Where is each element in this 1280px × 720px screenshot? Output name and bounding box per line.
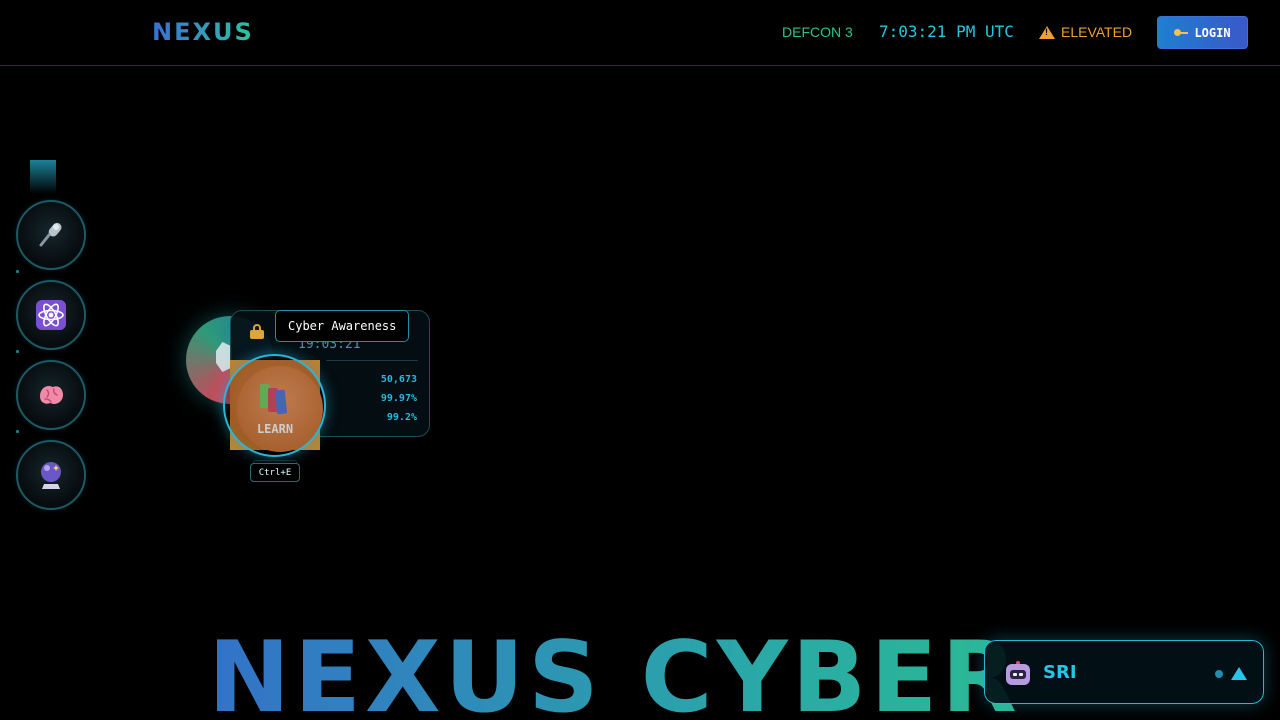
brain-dock-button[interactable] [16, 360, 86, 430]
voice-dock-button[interactable] [16, 200, 86, 270]
warning-icon [1039, 25, 1055, 39]
quantum-dock-button[interactable] [16, 280, 86, 350]
login-button[interactable]: LOGIN [1157, 16, 1248, 49]
robot-icon [1005, 661, 1031, 687]
dock-glow-marker [30, 160, 56, 194]
utc-clock: 7:03:21 PM UTC [879, 22, 1014, 41]
dock-indicator [16, 430, 19, 433]
defcon-status: DEFCON 3 [782, 24, 853, 40]
assistant-panel-toggle[interactable]: SRI [984, 640, 1264, 704]
microphone-icon [39, 222, 62, 247]
tooltip-cyber-awareness: Cyber Awareness [275, 310, 410, 342]
threat-level-label: ELEVATED [1061, 24, 1133, 40]
dock-indicator [16, 350, 19, 353]
chevron-up-icon[interactable] [1231, 667, 1247, 680]
lock-icon [250, 324, 264, 339]
accuracy-value: 99.2% [386, 412, 417, 423]
assistant-label: SRI [1043, 662, 1077, 683]
hero-title: NEXUS CYBER [208, 618, 1108, 720]
brand-logo[interactable]: NEXUS [152, 18, 254, 46]
threat-level-indicator: ELEVATED [1039, 24, 1132, 40]
card-divider [326, 360, 418, 361]
learn-shortcut-hint: Ctrl+E [250, 463, 300, 482]
top-bar: NEXUS DEFCON 3 7:03:21 PM UTC ELEVATED L… [0, 0, 1280, 66]
learn-button[interactable] [223, 354, 326, 457]
uptime-value: 99.97% [380, 393, 417, 404]
threats-blocked-value: 50,673 [380, 374, 417, 385]
key-icon [1174, 28, 1189, 37]
predict-dock-button[interactable] [16, 440, 86, 510]
crystal-ball-icon [41, 462, 61, 489]
dock-indicator [16, 270, 19, 273]
atom-icon [36, 300, 66, 330]
online-status-dot [1215, 670, 1223, 678]
brain-icon [40, 386, 63, 404]
login-label: LOGIN [1194, 25, 1231, 40]
